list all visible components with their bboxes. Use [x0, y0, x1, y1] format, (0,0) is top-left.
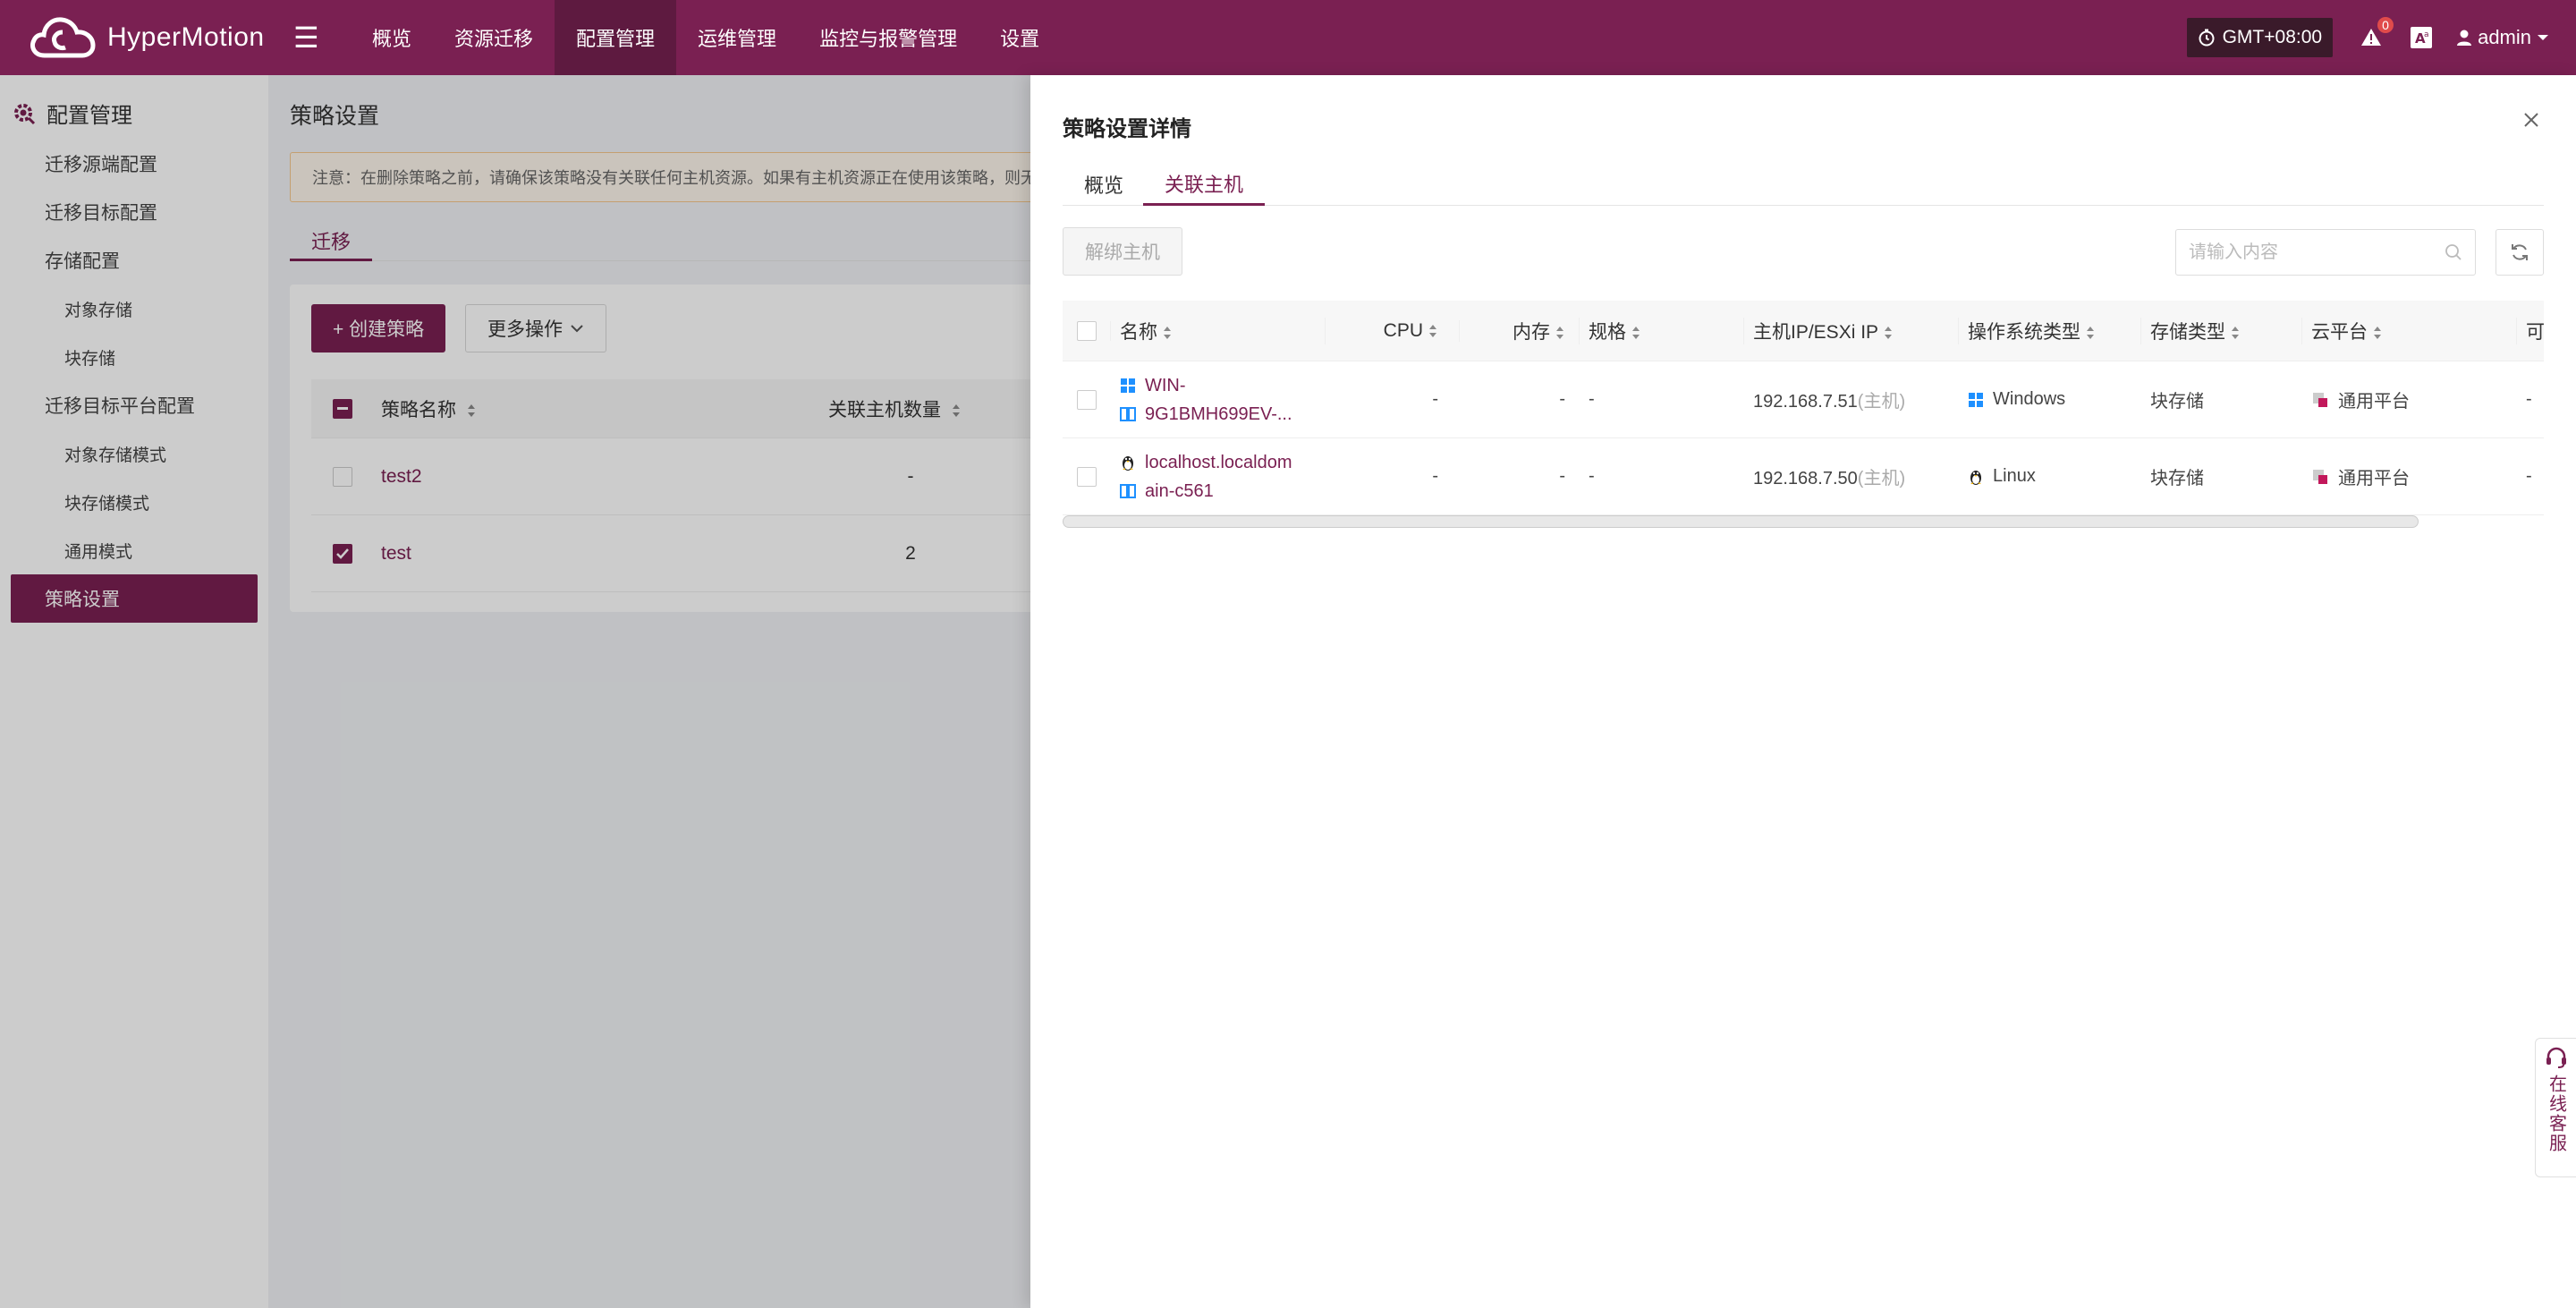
- host-name-link[interactable]: WIN-: [1145, 371, 1186, 400]
- user-icon: [2457, 30, 2472, 46]
- user-name: admin: [2478, 26, 2531, 48]
- storage-type-value: 块存储: [2150, 469, 2204, 488]
- timezone-text: GMT+08:00: [2222, 27, 2323, 47]
- sort-icon[interactable]: [1555, 326, 1564, 340]
- headset-icon: [2546, 1047, 2566, 1068]
- modal-overlay[interactable]: [0, 75, 1030, 1308]
- column-header-cloud-platform[interactable]: 云平台: [2302, 317, 2517, 344]
- host-name-link[interactable]: localhost.localdom: [1145, 448, 1292, 477]
- refresh-button[interactable]: [2496, 229, 2544, 276]
- close-button[interactable]: [2522, 111, 2540, 129]
- column-header-ip[interactable]: 主机IP/ESXi IP: [1744, 317, 1959, 344]
- sort-icon[interactable]: [1163, 326, 1172, 340]
- spec-value: -: [1589, 466, 1595, 486]
- timezone-badge[interactable]: GMT+08:00: [2186, 18, 2334, 57]
- column-header-name[interactable]: 名称: [1111, 317, 1326, 344]
- host-name-link[interactable]: ain-c561: [1145, 477, 1214, 505]
- tab-associated-hosts[interactable]: 关联主机: [1143, 163, 1266, 206]
- column-header-cpu[interactable]: CPU: [1326, 319, 1460, 342]
- logo[interactable]: HyperMotion: [29, 13, 293, 63]
- column-header-storage-type[interactable]: 存储类型: [2141, 317, 2302, 344]
- search-input[interactable]: [2189, 242, 2445, 263]
- sort-icon[interactable]: [1428, 324, 1437, 338]
- language-icon: Aa: [2411, 27, 2433, 48]
- cloud-platform-value: 通用平台: [2302, 386, 2517, 412]
- linux-icon: [1123, 455, 1133, 471]
- language-button[interactable]: Aa: [2410, 26, 2433, 49]
- host-table[interactable]: 名称 CPU 内存 规格 主机IP/ESXi IP 操作系统类型 存储类型 云平…: [1063, 301, 2544, 605]
- clock-icon: [2199, 29, 2215, 47]
- platform-icon: [2313, 469, 2327, 484]
- sort-icon[interactable]: [1631, 326, 1640, 340]
- extra-value: -: [2526, 389, 2532, 409]
- cpu-value: -: [1432, 466, 1438, 486]
- search-box: [2175, 229, 2476, 276]
- refresh-icon: [2512, 244, 2528, 260]
- row-checkbox[interactable]: [1077, 466, 1097, 487]
- cloud-logo-icon: [30, 17, 96, 58]
- sort-icon[interactable]: [1884, 326, 1893, 340]
- extra-value: -: [2526, 466, 2532, 486]
- online-service-label: 在线客服: [2546, 1074, 2566, 1153]
- column-header-extra[interactable]: 可: [2517, 318, 2544, 344]
- close-icon: [2524, 113, 2538, 127]
- chevron-down-icon: [2538, 35, 2548, 40]
- app-name: HyperMotion: [107, 22, 265, 52]
- cpu-value: -: [1432, 389, 1438, 409]
- cloud-platform-value: 通用平台: [2302, 463, 2517, 489]
- nav-config[interactable]: 配置管理: [555, 0, 677, 75]
- select-all-checkbox[interactable]: [1076, 320, 1097, 341]
- table-header-row: 名称 CPU 内存 规格 主机IP/ESXi IP 操作系统类型 存储类型 云平…: [1063, 301, 2544, 361]
- svg-text:a: a: [2424, 30, 2429, 39]
- ip-value: 192.168.7.50(主机): [1753, 469, 1906, 488]
- column-header-spec[interactable]: 规格: [1580, 317, 1744, 344]
- alert-button[interactable]: 0: [2360, 17, 2394, 49]
- windows-icon: [1121, 378, 1135, 393]
- table-row[interactable]: WIN- 9G1BMH699EV-... - - - 192.168.7.51(…: [1063, 361, 2544, 438]
- top-bar: HyperMotion ☰ 概览 资源迁移 配置管理 运维管理 监控与报警管理 …: [0, 0, 2576, 75]
- spec-value: -: [1589, 389, 1595, 409]
- alert-count-badge: 0: [2377, 17, 2394, 33]
- nav-settings[interactable]: 设置: [979, 0, 1061, 75]
- horizontal-scrollbar[interactable]: [1063, 515, 2419, 528]
- row-checkbox[interactable]: [1077, 389, 1097, 410]
- user-menu[interactable]: admin: [2451, 26, 2555, 49]
- online-service-widget[interactable]: 在线客服: [2535, 1038, 2576, 1177]
- nav-ops[interactable]: 运维管理: [676, 0, 798, 75]
- windows-icon: [1969, 392, 1983, 407]
- table-row[interactable]: localhost.localdom ain-c561 - - - 192.16…: [1063, 438, 2544, 515]
- main-nav: 概览 资源迁移 配置管理 运维管理 监控与报警管理 设置: [351, 0, 1061, 75]
- column-header-memory[interactable]: 内存: [1460, 317, 1580, 344]
- sort-icon[interactable]: [2086, 326, 2095, 340]
- sort-icon[interactable]: [2373, 326, 2382, 340]
- drawer-tabs: 概览 关联主机: [1063, 163, 2544, 206]
- storage-type-value: 块存储: [2150, 392, 2204, 412]
- os-value: Linux: [1959, 466, 2141, 487]
- host-type-icon: [1120, 406, 1136, 421]
- nav-monitoring[interactable]: 监控与报警管理: [798, 0, 979, 75]
- memory-value: -: [1559, 389, 1565, 409]
- ip-value: 192.168.7.51(主机): [1753, 392, 1906, 412]
- nav-overview[interactable]: 概览: [351, 0, 433, 75]
- drawer-title: 策略设置详情: [1063, 117, 1191, 141]
- nav-migration[interactable]: 资源迁移: [433, 0, 555, 75]
- os-value: Windows: [1959, 389, 2141, 410]
- host-name-link[interactable]: 9G1BMH699EV-...: [1145, 400, 1292, 429]
- unbind-host-button[interactable]: 解绑主机: [1063, 227, 1182, 276]
- menu-toggle-icon[interactable]: ☰: [293, 21, 351, 55]
- policy-detail-drawer: 策略设置详情 概览 关联主机 解绑主机 名称 CPU 内存 规格 主机IP/ES…: [1030, 75, 2576, 1308]
- linux-icon: [1970, 470, 1981, 485]
- tab-overview[interactable]: 概览: [1063, 163, 1145, 206]
- host-type-icon: [1120, 483, 1136, 498]
- memory-value: -: [1559, 466, 1565, 486]
- sort-icon[interactable]: [2231, 326, 2240, 340]
- search-icon[interactable]: [2445, 243, 2462, 261]
- column-header-os-type[interactable]: 操作系统类型: [1959, 317, 2141, 344]
- platform-icon: [2313, 392, 2327, 407]
